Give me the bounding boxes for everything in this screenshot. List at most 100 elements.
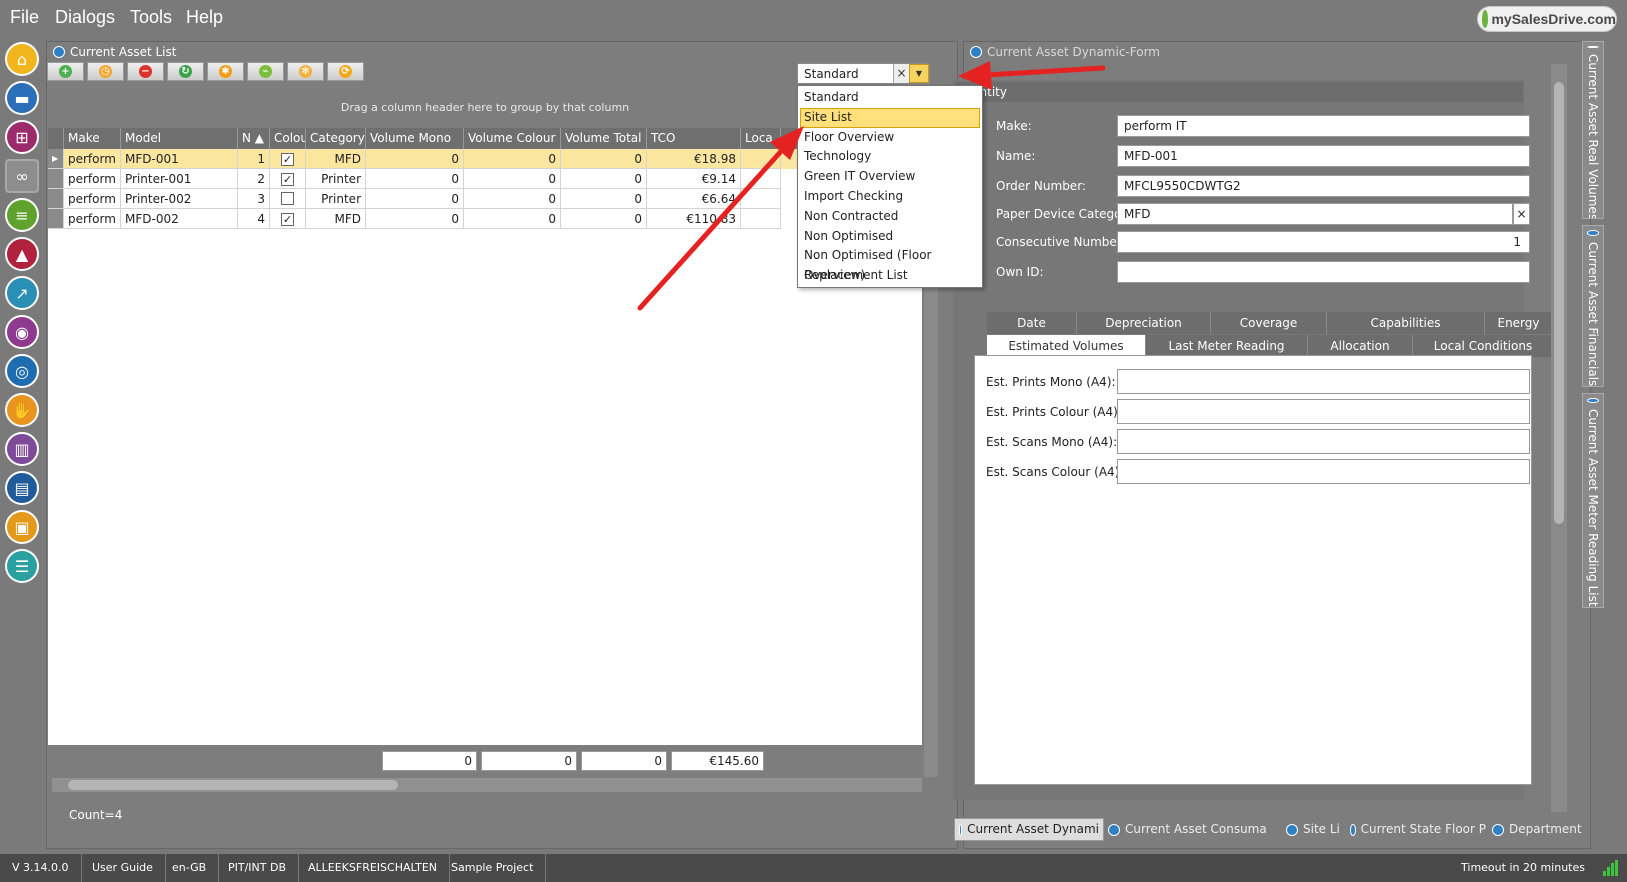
column-header[interactable]: Make: [64, 128, 121, 149]
column-header[interactable]: Colou: [270, 128, 306, 149]
table-row[interactable]: ▶ perform I MFD-001 1 ✓ MFD 0 0 0 €18.98: [48, 149, 922, 169]
field-input[interactable]: MFD-001: [1117, 145, 1530, 167]
home-icon[interactable]: ⌂: [5, 42, 39, 76]
column-header[interactable]: Category: [306, 128, 366, 149]
side-tab-meter-reading[interactable]: Current Asset Meter Reading List: [1582, 393, 1604, 608]
menu-help[interactable]: Help: [186, 7, 223, 28]
estimate-label: Est. Scans Mono (A4):: [986, 435, 1118, 449]
estimate-input[interactable]: [1117, 399, 1530, 424]
row-indicator[interactable]: [48, 209, 64, 229]
bottom-tab[interactable]: Current Asset Consuma: [1108, 818, 1280, 841]
handshake-icon[interactable]: ✋: [5, 393, 39, 427]
menu-file[interactable]: File: [10, 7, 39, 28]
target-icon[interactable]: ◎: [5, 354, 39, 388]
table-row[interactable]: perform I Printer-001 2 ✓ Printer 0 0 0 €9.14: [48, 169, 922, 189]
folder-icon[interactable]: ▬: [5, 81, 39, 115]
chart-icon[interactable]: ▲: [5, 237, 39, 271]
summary-volume-total: 0: [581, 751, 667, 771]
column-header[interactable]: Volume Colour: [464, 128, 561, 149]
dropdown-option[interactable]: Non Contracted: [798, 207, 982, 227]
estimate-input[interactable]: [1117, 429, 1530, 454]
tab-estimated-volumes[interactable]: Estimated Volumes: [987, 335, 1146, 357]
tab-last-meter-reading[interactable]: Last Meter Reading: [1146, 335, 1308, 357]
side-tab-real-volumes[interactable]: Current Asset Real Volumes: [1582, 41, 1604, 219]
clear-icon[interactable]: ×: [893, 64, 909, 83]
colour-checkbox[interactable]: ✓: [281, 153, 294, 166]
view-combo[interactable]: Standard × ▼: [797, 63, 930, 84]
bottom-tab[interactable]: Site Li: [1286, 818, 1344, 841]
scrollbar-thumb[interactable]: [68, 780, 398, 790]
colour-checkbox[interactable]: ✓: [281, 213, 294, 226]
tab-date[interactable]: Date: [987, 312, 1077, 334]
dropdown-option[interactable]: Non Optimised (Floor Overview): [798, 246, 982, 282]
cell-model: Printer-002: [121, 189, 238, 209]
field-input[interactable]: 1: [1117, 231, 1530, 253]
tab-capabilities[interactable]: Capabilities: [1327, 312, 1485, 334]
colour-checkbox[interactable]: [281, 192, 294, 205]
column-header[interactable]: Loca: [741, 128, 781, 149]
dropdown-option[interactable]: Non Optimised: [798, 227, 982, 247]
dropdown-option[interactable]: Technology: [798, 147, 982, 167]
eye-icon[interactable]: ◉: [5, 315, 39, 349]
dropdown-option[interactable]: Floor Overview: [798, 128, 982, 148]
document-icon[interactable]: ▤: [5, 471, 39, 505]
tab-allocation[interactable]: Allocation: [1308, 335, 1413, 357]
tab-energy[interactable]: Energy: [1485, 312, 1553, 334]
status-user-guide[interactable]: User Guide: [80, 854, 166, 882]
briefcase-icon[interactable]: ▣: [5, 510, 39, 544]
menu-dialogs[interactable]: Dialogs: [55, 7, 115, 28]
sync-button[interactable]: ⟳: [327, 62, 364, 81]
estimate-input[interactable]: [1117, 459, 1530, 484]
field-input[interactable]: MFD: [1117, 203, 1513, 225]
column-header[interactable]: TCO: [647, 128, 741, 149]
bottom-tab-label: Department: [1509, 822, 1582, 836]
colour-checkbox[interactable]: ✓: [281, 173, 294, 186]
bottom-tab[interactable]: Current Asset Dynami: [954, 818, 1104, 841]
history-button[interactable]: ◷: [87, 62, 124, 81]
bottom-tab[interactable]: Current State Floor P: [1350, 818, 1486, 841]
remove-button[interactable]: −: [127, 62, 164, 81]
scroll-icon[interactable]: ≡: [5, 198, 39, 232]
estimate-input[interactable]: [1117, 369, 1530, 394]
bottom-tab[interactable]: Department: [1492, 818, 1592, 841]
dropdown-option[interactable]: Standard: [798, 88, 982, 108]
star-button[interactable]: ✱: [207, 62, 244, 81]
field-input[interactable]: [1117, 261, 1530, 283]
field-input[interactable]: MFCL9550CDWTG2: [1117, 175, 1530, 197]
table-row[interactable]: perform I Printer-002 3 Printer 0 0 0 €6.64: [48, 189, 922, 209]
form-vertical-scrollbar[interactable]: [1551, 64, 1567, 812]
glasses-icon[interactable]: ∞: [5, 159, 39, 193]
row-indicator[interactable]: [48, 189, 64, 209]
column-header[interactable]: Model: [121, 128, 238, 149]
database-icon[interactable]: ☰: [5, 549, 39, 583]
dropdown-option[interactable]: Import Checking: [798, 187, 982, 207]
gear-button[interactable]: ✻: [287, 62, 324, 81]
menu-tools[interactable]: Tools: [130, 7, 172, 28]
attach-button[interactable]: ⌁: [247, 62, 284, 81]
row-indicator[interactable]: ▶: [48, 149, 64, 169]
hierarchy-icon[interactable]: ⊞: [5, 120, 39, 154]
buildings-icon[interactable]: ▥: [5, 432, 39, 466]
column-header[interactable]: Volume Total: [561, 128, 647, 149]
side-tab-financials[interactable]: Current Asset Financials: [1582, 225, 1604, 387]
field-input[interactable]: perform IT: [1117, 115, 1530, 137]
tab-depreciation[interactable]: Depreciation: [1077, 312, 1211, 334]
category-clear-icon[interactable]: ×: [1513, 203, 1530, 225]
refresh-button[interactable]: ↻: [167, 62, 204, 81]
dropdown-option[interactable]: Green IT Overview: [798, 167, 982, 187]
trend-icon[interactable]: ↗: [5, 276, 39, 310]
scrollbar-thumb[interactable]: [1554, 82, 1564, 524]
chevron-down-icon[interactable]: ▼: [909, 64, 929, 83]
tab-coverage[interactable]: Coverage: [1211, 312, 1327, 334]
status-project[interactable]: Sample Project: [439, 854, 547, 882]
dropdown-option[interactable]: Replacement List: [798, 266, 982, 286]
column-header[interactable]: Volume Mono: [366, 128, 464, 149]
row-indicator[interactable]: [48, 169, 64, 189]
horizontal-scrollbar[interactable]: [52, 778, 922, 792]
column-header[interactable]: N ▲: [238, 128, 270, 149]
tab-local-conditions[interactable]: Local Conditions: [1413, 335, 1554, 357]
add-button[interactable]: +: [47, 62, 84, 81]
table-row[interactable]: perform I MFD-002 4 ✓ MFD 0 0 0 €110.83: [48, 209, 922, 229]
dropdown-option[interactable]: Site List: [800, 107, 980, 128]
status-language[interactable]: en-GB: [160, 854, 220, 882]
